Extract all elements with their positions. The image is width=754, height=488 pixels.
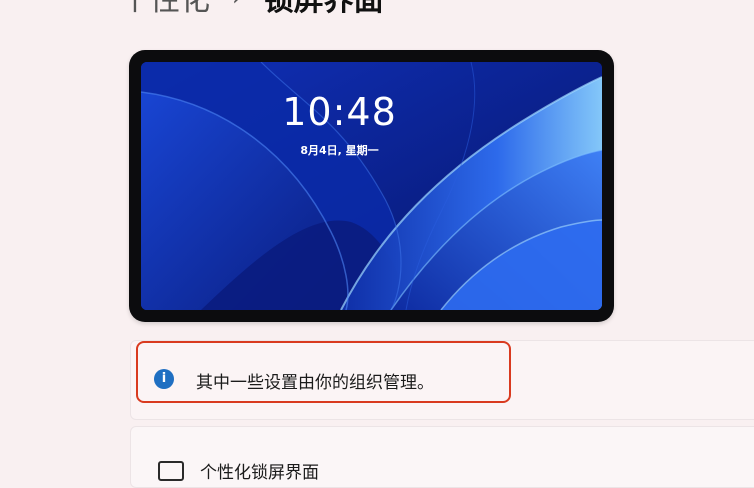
personalize-lock-screen-label: 个性化锁屏界面	[200, 463, 319, 483]
lock-screen-icon	[158, 461, 184, 481]
chevron-right-icon: ›	[232, 0, 242, 11]
page-title: 锁屏界面	[263, 0, 384, 18]
lock-screen-wallpaper: 10:48 8月4日, 星期一	[141, 62, 602, 310]
lock-screen-time: 10:48	[282, 90, 397, 134]
breadcrumb: 个性化 › 锁屏界面	[120, 0, 384, 20]
info-icon: i	[154, 369, 174, 389]
lock-screen-date: 8月4日, 星期一	[300, 144, 379, 157]
lock-screen-preview: 10:48 8月4日, 星期一	[129, 50, 614, 322]
notice-text: 其中一些设置由你的组织管理。	[196, 373, 434, 393]
breadcrumb-parent[interactable]: 个性化	[120, 0, 210, 19]
